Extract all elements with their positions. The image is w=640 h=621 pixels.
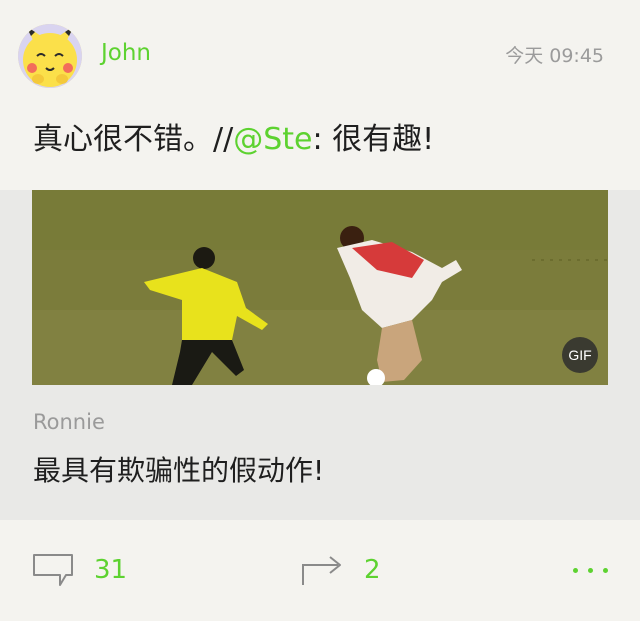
post-text-before: 真心很不错。// bbox=[33, 122, 234, 157]
post-text-after: : 很有趣! bbox=[312, 122, 435, 157]
football-scene-image bbox=[32, 190, 608, 385]
original-post-text: 最具有欺骗性的假动作! bbox=[33, 454, 325, 487]
repost-count: 2 bbox=[364, 555, 381, 585]
pikachu-avatar-image bbox=[18, 24, 82, 88]
repost-button[interactable]: 2 bbox=[300, 550, 381, 590]
feed-post: John 今天 09:45 真心很不错。//@Ste: 很有趣! GIF Ron… bbox=[0, 0, 640, 621]
avatar[interactable] bbox=[18, 24, 82, 88]
original-author[interactable]: Ronnie bbox=[33, 408, 105, 436]
repost-arrow-icon bbox=[302, 556, 341, 585]
mention-link[interactable]: @Ste bbox=[233, 122, 312, 157]
comment-bubble-icon bbox=[33, 554, 73, 586]
gif-media[interactable]: GIF bbox=[32, 190, 608, 385]
reposted-content[interactable]: GIF Ronnie 最具有欺骗性的假动作! bbox=[0, 190, 640, 520]
comment-count: 31 bbox=[94, 555, 128, 585]
comment-button[interactable]: 31 bbox=[32, 550, 127, 590]
action-bar: 31 2 bbox=[0, 520, 640, 621]
more-dots-icon bbox=[573, 550, 608, 590]
post-text: 真心很不错。//@Ste: 很有趣! bbox=[33, 120, 434, 160]
more-button[interactable] bbox=[573, 550, 608, 590]
author-name[interactable]: John bbox=[101, 38, 151, 68]
gif-badge: GIF bbox=[562, 337, 598, 373]
post-timestamp: 今天 09:45 bbox=[505, 45, 604, 67]
